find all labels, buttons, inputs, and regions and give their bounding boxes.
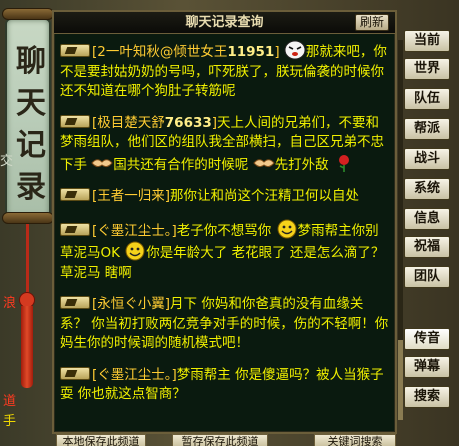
tab-barrage[interactable]: 弹幕 xyxy=(404,356,450,378)
window-title: 聊天记录查询 xyxy=(185,15,264,30)
window-frame: 聊 天 记 录 交 浪 道 手 聊天记录查询 刷新 [2一叶知秋@倾世女王119… xyxy=(0,0,459,446)
message-text: 老子你不想骂你 xyxy=(176,222,272,239)
tab-battle[interactable]: 战斗 xyxy=(404,148,450,170)
channel-badge-icon xyxy=(60,296,90,309)
tab-current[interactable]: 当前 xyxy=(404,30,450,52)
channel-tabs: 当前 世界 队伍 帮派 战斗 系统 信息 祝福 团队 传音 弹幕 搜索 xyxy=(404,30,454,440)
message-text: 那你让和尚这个汪精卫何以自处 xyxy=(170,188,360,204)
tab-guild[interactable]: 帮派 xyxy=(404,118,450,140)
scrollbar-thumb[interactable] xyxy=(398,340,403,420)
banner-char: 聊 xyxy=(16,44,46,79)
chat-message: [2一叶知秋@倾世女王11951] 那就来吧，你不是要封姑奶奶的号吗，吓死朕了，… xyxy=(60,40,390,102)
scroll-rod-top xyxy=(2,8,54,20)
chat-scrollbar[interactable] xyxy=(398,40,403,420)
save-channel-button[interactable]: 暂存保存此频道 xyxy=(172,434,268,446)
sender-name[interactable]: [王者一归来] xyxy=(92,188,170,204)
side-text: 浪 xyxy=(3,296,17,311)
handshake-emoji-icon xyxy=(91,158,113,167)
rose-emoji-icon xyxy=(338,154,349,172)
tab-search[interactable]: 搜索 xyxy=(404,386,450,408)
channel-badge-icon xyxy=(60,366,90,380)
side-text: 手 xyxy=(3,414,17,429)
sender-name[interactable]: [ぐ墨江尘士。] xyxy=(92,367,177,383)
chat-message: [ぐ墨江尘士。]老子你不想骂你 梦雨帮主你别草泥马OK 你是年龄大了 老花眼了 … xyxy=(60,219,390,284)
handshake-emoji-icon xyxy=(252,158,275,167)
tab-world[interactable]: 世界 xyxy=(404,58,450,80)
scroll-rod-bottom xyxy=(2,212,54,224)
channel-badge-icon xyxy=(60,222,90,236)
sender-bracket: ] xyxy=(274,44,280,60)
refresh-button[interactable]: 刷新 xyxy=(355,14,389,31)
smile-emoji-icon xyxy=(125,241,145,261)
banner-char: 录 xyxy=(16,170,46,205)
chat-message: [王者一归来]那你让和尚这个汪精卫何以自处 xyxy=(60,187,390,207)
sender-name[interactable]: [极目楚天舒 xyxy=(92,115,165,131)
sender-level: 11951 xyxy=(227,44,275,60)
banner-char: 天 xyxy=(16,86,46,121)
tassel-tail xyxy=(21,306,33,388)
chat-message: [永恒ぐ小翼]月下 你妈和你爸真的没有血缘关系？ 你当初打败两亿竞争对手的时候，… xyxy=(60,295,390,354)
message-text: 国共还有合作的时候呢 xyxy=(113,156,249,173)
tab-team[interactable]: 队伍 xyxy=(404,88,450,110)
side-text: 道 xyxy=(3,394,17,409)
chat-messages[interactable]: [2一叶知秋@倾世女王11951] 那就来吧，你不是要封姑奶奶的号吗，吓死朕了，… xyxy=(60,40,390,428)
title-bar: 聊天记录查询 刷新 xyxy=(54,12,395,34)
tab-whisper[interactable]: 传音 xyxy=(404,328,450,350)
sender-level: 76633 xyxy=(164,114,212,131)
tab-system[interactable]: 系统 xyxy=(404,178,450,200)
smile-emoji-icon xyxy=(277,219,297,238)
sender-name[interactable]: [2一叶知秋@倾世女王 xyxy=(92,44,227,60)
message-text: 先打外敌 xyxy=(274,156,329,173)
tab-blessing[interactable]: 祝福 xyxy=(404,236,450,258)
chat-message: [ぐ墨江尘士。]梦雨帮主 你是傻逼吗？被人当猴子耍 你也就这点智商？ xyxy=(60,366,390,405)
chat-log-panel: 聊天记录查询 刷新 [2一叶知秋@倾世女王11951] 那就来吧，你不是要封姑奶… xyxy=(52,10,397,434)
chat-message: [极目楚天舒76633]天上人间的兄弟们，不要和梦雨组队，他们区的组队我全部横扫… xyxy=(60,114,390,176)
save-local-button[interactable]: 本地保存此频道 xyxy=(56,434,146,446)
tab-info[interactable]: 信息 xyxy=(404,208,450,230)
channel-badge-icon xyxy=(60,44,90,57)
tassel-cord xyxy=(26,224,29,294)
channel-badge-icon xyxy=(60,188,90,201)
sender-name[interactable]: [ぐ墨江尘士。] xyxy=(92,223,177,239)
sender-name[interactable]: [永恒ぐ小翼] xyxy=(92,296,170,312)
banner-char: 记 xyxy=(16,128,46,163)
channel-badge-icon xyxy=(60,114,90,128)
side-text: 交 xyxy=(0,154,14,169)
tab-group[interactable]: 团队 xyxy=(404,266,450,288)
face-emoji-icon xyxy=(284,40,306,60)
keyword-search-button[interactable]: 关键词搜索 xyxy=(314,434,396,446)
chat-log-banner: 聊 天 记 录 xyxy=(5,18,51,218)
